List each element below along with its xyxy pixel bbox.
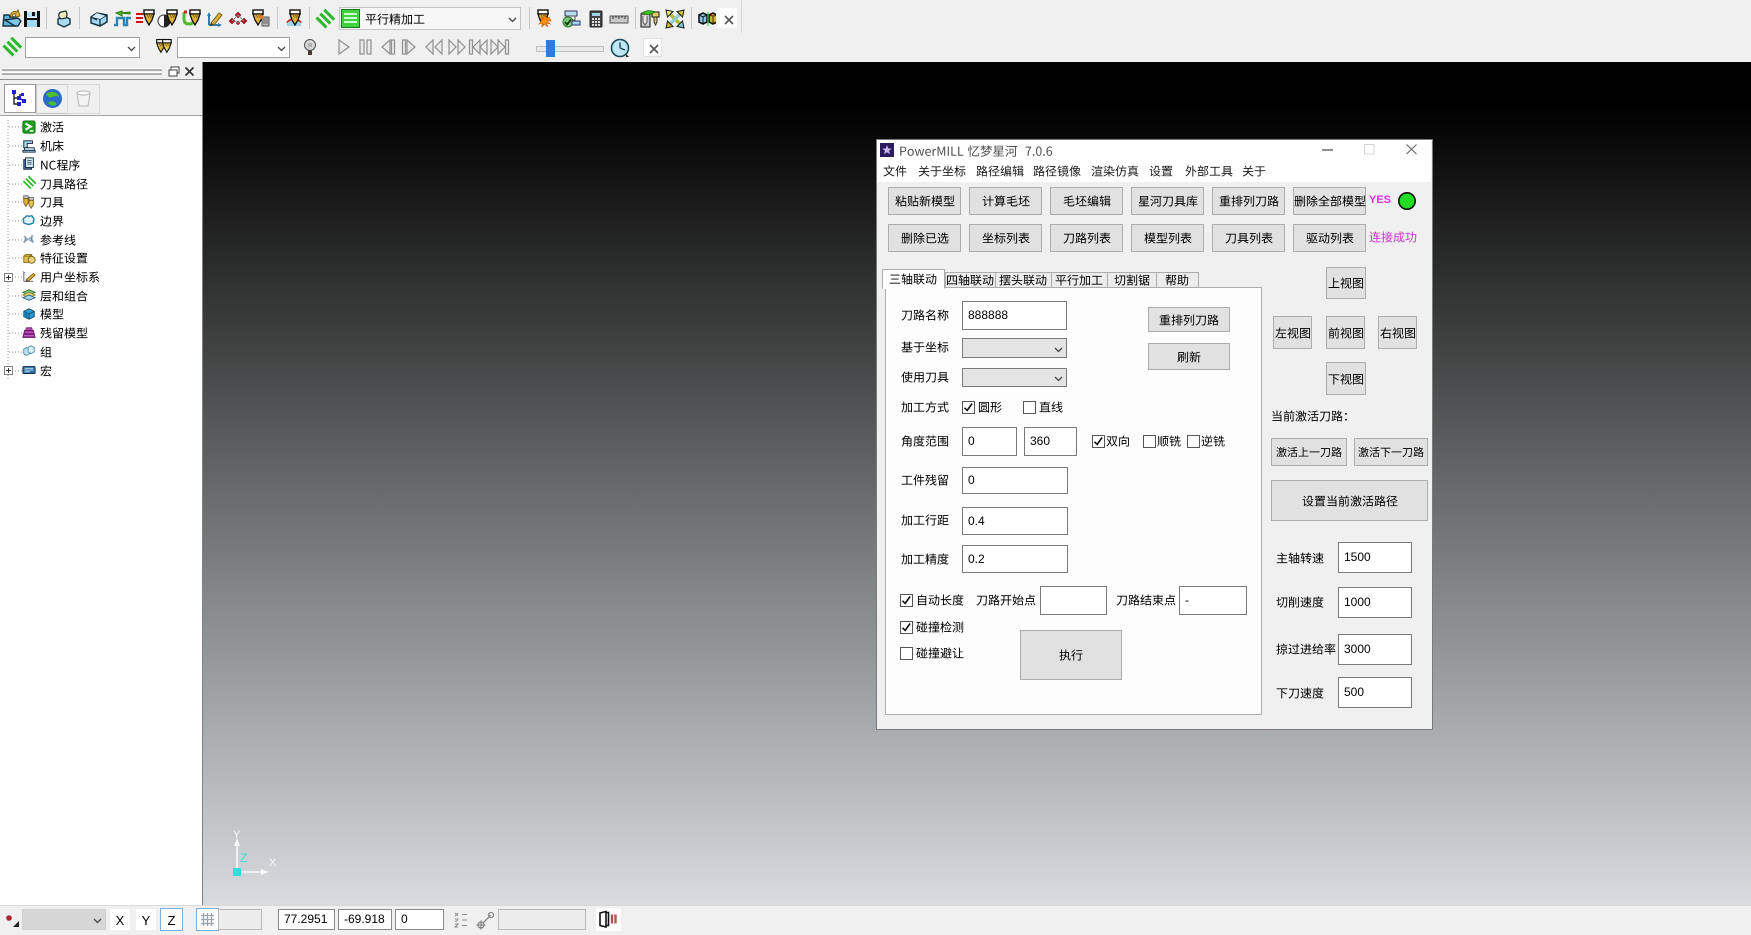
svg-text:Z: Z — [240, 851, 247, 865]
svg-text:X: X — [269, 857, 277, 869]
svg-text:Y: Y — [233, 829, 241, 841]
